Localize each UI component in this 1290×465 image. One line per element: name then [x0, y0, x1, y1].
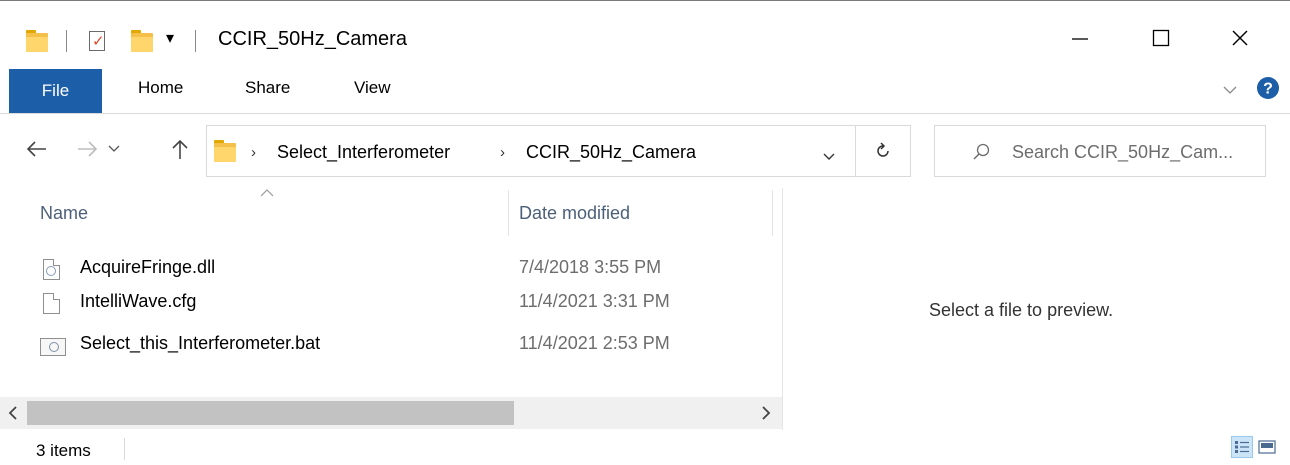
tab-share[interactable]: Share — [245, 78, 290, 98]
sort-ascending-icon — [260, 189, 274, 197]
column-header-date-modified[interactable]: Date modified — [519, 203, 630, 224]
recent-locations-button[interactable] — [103, 131, 125, 167]
batch-file-icon — [40, 338, 66, 356]
scroll-right-button[interactable] — [756, 402, 776, 424]
tab-home[interactable]: Home — [138, 78, 183, 98]
breadcrumb-ccir-50hz-camera[interactable]: CCIR_50Hz_Camera — [526, 142, 696, 163]
window-border — [0, 0, 1290, 1]
search-input[interactable]: Search CCIR_50Hz_Cam... — [1012, 142, 1233, 163]
chevron-right-icon — [762, 406, 771, 420]
quick-access-separator — [66, 30, 67, 52]
large-icons-view-icon — [1258, 440, 1276, 454]
up-button[interactable] — [163, 131, 197, 167]
refresh-button[interactable] — [856, 125, 911, 177]
file-date: 11/4/2021 2:53 PM — [519, 333, 670, 353]
title-separator — [195, 30, 196, 52]
search-box[interactable]: Search CCIR_50Hz_Cam... — [934, 125, 1266, 177]
scroll-left-button[interactable] — [3, 402, 23, 424]
tab-view[interactable]: View — [354, 78, 391, 98]
file-row[interactable]: AcquireFringe.dll 7/4/2018 3:55 PM — [36, 256, 776, 286]
large-icons-view-button[interactable] — [1256, 436, 1278, 458]
properties-icon[interactable]: ✓ — [87, 30, 109, 52]
maximize-button[interactable] — [1131, 18, 1191, 58]
forward-arrow-icon — [78, 141, 98, 157]
file-name: IntelliWave.cfg — [80, 291, 197, 311]
details-view-icon — [1235, 441, 1249, 453]
column-divider[interactable] — [772, 190, 773, 236]
blank-file-icon — [43, 293, 60, 314]
status-item-count: 3 items — [36, 441, 91, 460]
scroll-thumb[interactable] — [27, 401, 514, 425]
maximize-icon — [1152, 29, 1170, 47]
status-separator — [124, 438, 125, 460]
ribbon-divider — [0, 113, 1290, 114]
new-folder-icon[interactable] — [131, 30, 153, 52]
search-icon — [973, 143, 990, 160]
back-arrow-icon — [26, 141, 46, 157]
folder-icon — [214, 140, 236, 162]
breadcrumb-select-interferometer[interactable]: Select_Interferometer — [277, 142, 450, 163]
chevron-down-icon — [108, 145, 120, 152]
close-button[interactable] — [1210, 18, 1270, 58]
file-row[interactable]: IntelliWave.cfg 11/4/2021 3:31 PM — [36, 290, 776, 320]
window-title: CCIR_50Hz_Camera — [218, 28, 407, 50]
file-row[interactable]: Select_this_Interferometer.bat 11/4/2021… — [36, 332, 776, 362]
dll-file-icon — [43, 259, 60, 280]
svg-text:?: ? — [1263, 81, 1273, 98]
preview-pane-divider[interactable] — [782, 188, 783, 430]
back-button[interactable] — [20, 131, 54, 167]
forward-button[interactable] — [70, 131, 104, 167]
title-bar: ✓ ▾ CCIR_50Hz_Camera — [0, 0, 1290, 66]
help-icon: ? — [1257, 77, 1279, 99]
help-button[interactable]: ? — [1256, 76, 1280, 105]
preview-message: Select a file to preview. — [929, 300, 1114, 320]
column-divider[interactable] — [508, 190, 509, 236]
column-header-name[interactable]: Name — [40, 203, 88, 224]
breadcrumb-separator[interactable]: › — [500, 144, 505, 161]
minimize-button[interactable] — [1050, 18, 1110, 58]
expand-ribbon-button[interactable] — [1223, 82, 1237, 100]
chevron-down-icon — [823, 153, 835, 160]
minimize-icon — [1072, 38, 1088, 40]
close-icon — [1232, 30, 1248, 46]
breadcrumb-separator[interactable]: › — [251, 144, 256, 161]
up-arrow-icon — [172, 139, 188, 159]
details-view-button[interactable] — [1231, 436, 1253, 458]
address-history-button[interactable] — [823, 148, 835, 166]
tab-file[interactable]: File — [9, 69, 102, 113]
chevron-left-icon — [8, 406, 17, 420]
customize-toolbar-dropdown-icon[interactable]: ▾ — [166, 28, 174, 48]
folder-icon — [26, 30, 48, 52]
file-name: AcquireFringe.dll — [80, 257, 216, 277]
file-date: 7/4/2018 3:55 PM — [519, 257, 662, 277]
horizontal-scrollbar[interactable] — [0, 397, 782, 429]
chevron-down-icon — [1223, 86, 1237, 94]
refresh-icon — [877, 142, 889, 157]
file-date: 11/4/2021 3:31 PM — [519, 291, 670, 311]
file-name: Select_this_Interferometer.bat — [80, 333, 321, 353]
